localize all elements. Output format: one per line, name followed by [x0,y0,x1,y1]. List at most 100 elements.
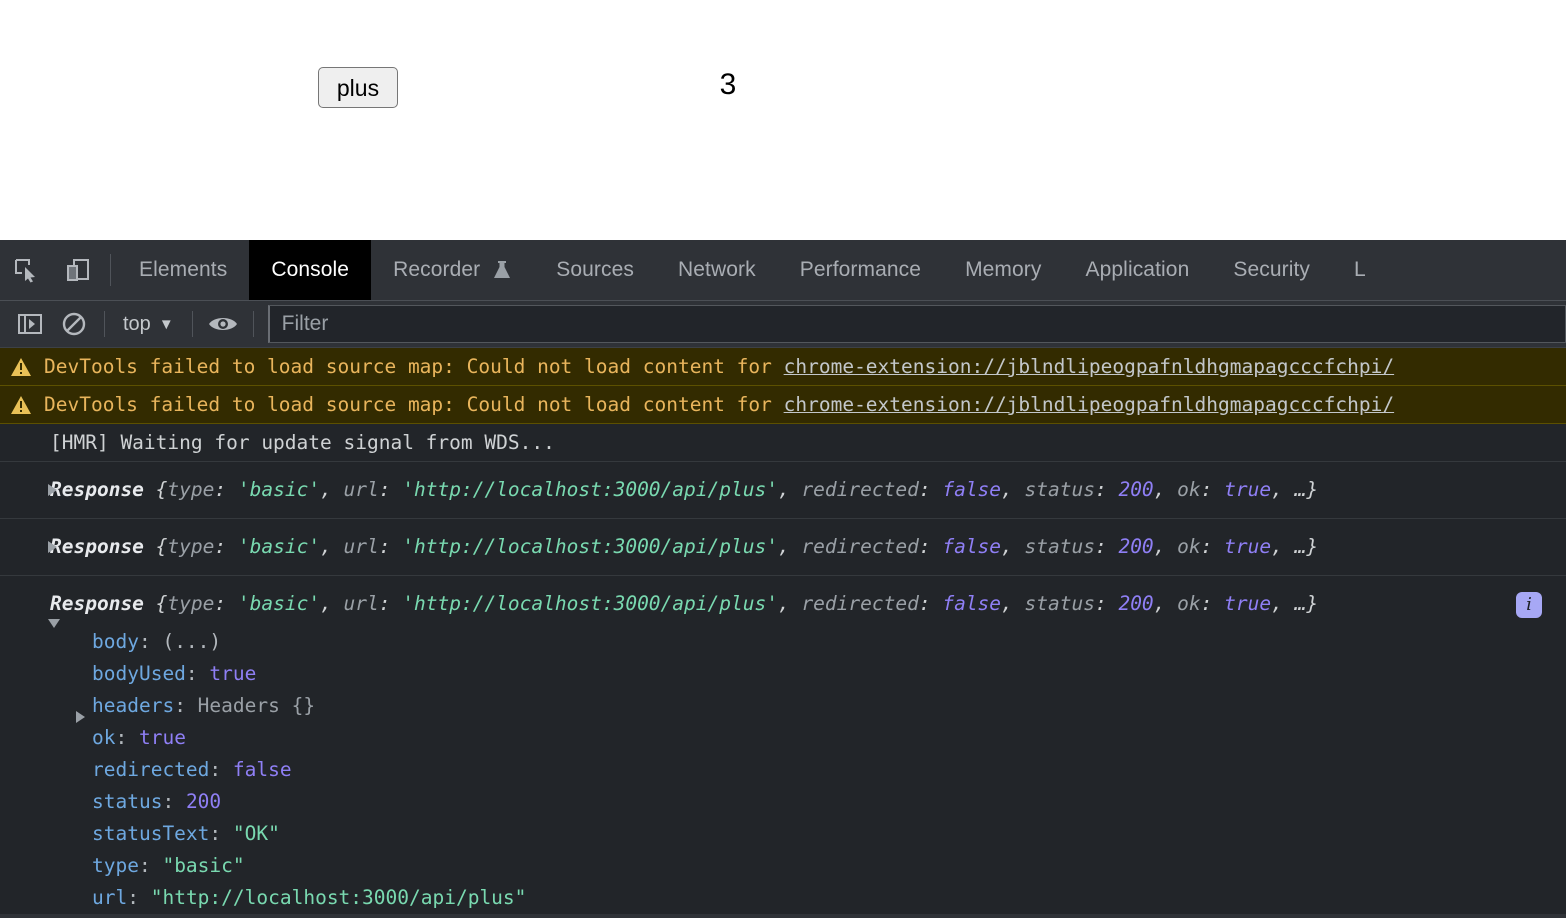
object-property-ok[interactable]: ok: true [0,722,1566,754]
tab-performance-label: Performance [799,258,922,281]
tab-performance[interactable]: Performance [778,240,943,300]
tab-security[interactable]: Security [1211,240,1332,300]
console-object-row[interactable]: Response {type: 'basic', url: 'http://lo… [0,519,1566,576]
prop-key-type: type [167,592,215,615]
console-warning-row[interactable]: DevTools failed to load source map: Coul… [0,348,1566,386]
object-brace-close: } [1306,478,1319,501]
tab-sources-label: Sources [556,258,635,281]
prop-key-redirected: redirected [801,535,919,558]
tab-console-label: Console [271,258,350,281]
property-name: ok [92,726,116,749]
preview-ellipsis: … [1294,592,1307,615]
console-filter-input[interactable]: Filter [267,305,1566,343]
prop-key-url: url [343,535,379,558]
object-property-statusText[interactable]: statusText: "OK" [0,818,1566,850]
console-log-row[interactable]: [HMR] Waiting for update signal from WDS… [0,424,1566,462]
prop-value-status: 200 [1118,592,1154,615]
warning-triangle-icon [10,395,32,422]
prop-value-ok: true [1224,535,1272,558]
tab-network-label: Network [678,258,756,281]
tab-elements[interactable]: Elements [117,240,249,300]
tab-lighthouse-label: L [1354,258,1366,281]
property-name: bodyUsed [92,662,186,685]
tab-recorder-label: Recorder [393,258,481,281]
toolbar-divider [110,254,111,286]
clear-console-icon[interactable] [52,302,96,346]
prop-value-status: 200 [1118,535,1154,558]
tab-sources[interactable]: Sources [534,240,656,300]
property-value: false [232,758,292,781]
web-page-viewport: plus 3 [0,0,1566,240]
tab-network[interactable]: Network [656,240,778,300]
prop-value-type: 'basic' [237,478,321,501]
console-message-list[interactable]: DevTools failed to load source map: Coul… [0,348,1566,918]
tab-console[interactable]: Console [249,240,372,300]
preview-ellipsis: … [1294,535,1307,558]
object-property-headers[interactable]: headers: Headers {} [0,690,1566,723]
console-warning-link[interactable]: chrome-extension://jblndlipeogpafnldhgma… [784,355,1394,378]
object-brace-open: { [155,592,168,615]
console-toolbar-divider-2 [191,311,193,337]
chevron-down-icon: ▼ [158,315,174,333]
object-brace-open: { [155,535,168,558]
object-property-body[interactable]: body: (...) [0,626,1566,658]
tab-application[interactable]: Application [1064,240,1212,300]
object-property-url[interactable]: url: "http://localhost:3000/api/plus" [0,882,1566,914]
property-value: "basic" [162,854,245,877]
tab-lighthouse[interactable]: L [1332,240,1388,300]
disclosure-triangle-collapsed-icon[interactable] [48,525,66,569]
object-property-redirected[interactable]: redirected: false [0,754,1566,786]
prop-key-redirected: redirected [801,592,919,615]
property-name: headers [92,694,175,717]
property-name: status [92,790,163,813]
tab-elements-label: Elements [139,258,228,281]
plus-button[interactable]: plus [318,67,398,108]
tab-memory-label: Memory [965,258,1042,281]
prop-value-ok: true [1224,592,1272,615]
console-object-row-expanded[interactable]: Response {type: 'basic', url: 'http://lo… [0,576,1566,918]
console-log-text: [HMR] Waiting for update signal from WDS… [50,431,555,454]
prop-key-redirected: redirected [801,478,919,501]
preview-ellipsis: … [1294,478,1307,501]
device-toolbar-icon[interactable] [52,240,104,300]
console-context-select[interactable]: top ▼ [113,313,184,336]
console-sidebar-icon[interactable] [8,302,52,346]
tab-security-label: Security [1233,258,1311,281]
property-value: 200 [185,790,222,813]
prop-value-type: 'basic' [237,535,321,558]
warning-triangle-icon [10,357,32,384]
prop-key-ok: ok [1177,535,1201,558]
prop-value-url: 'http://localhost:3000/api/plus' [402,592,778,615]
disclosure-triangle-collapsed-icon[interactable] [48,468,66,512]
object-brace-close: } [1306,535,1319,558]
console-warning-row[interactable]: DevTools failed to load source map: Coul… [0,386,1566,424]
console-context-label: top [123,312,151,335]
property-value: "OK" [232,822,280,845]
property-value: Headers {} [197,694,316,717]
property-name: url [92,886,128,909]
tab-recorder[interactable]: Recorder [371,240,534,300]
console-warning-link[interactable]: chrome-extension://jblndlipeogpafnldhgma… [784,393,1394,416]
property-name: redirected [92,758,210,781]
property-value: true [209,662,257,685]
object-property-bodyUsed[interactable]: bodyUsed: true [0,658,1566,690]
console-object-row[interactable]: Response {type: 'basic', url: 'http://lo… [0,462,1566,519]
object-property-type[interactable]: type: "basic" [0,850,1566,882]
console-toolbar-divider-3 [252,311,254,337]
tab-memory[interactable]: Memory [943,240,1063,300]
prop-key-url: url [343,592,379,615]
live-expression-eye-icon[interactable] [201,302,245,346]
prop-key-ok: ok [1177,478,1201,501]
console-info-badge[interactable]: i [1516,592,1542,618]
devtools-bottom-edge [0,914,1566,918]
object-property-status[interactable]: status: 200 [0,786,1566,818]
prop-value-redirected: false [942,478,1002,501]
prop-value-redirected: false [942,592,1002,615]
inspect-element-icon[interactable] [0,240,52,300]
prop-key-url: url [343,478,379,501]
prop-key-type: type [167,535,215,558]
object-brace-open: { [155,478,168,501]
prop-value-url: 'http://localhost:3000/api/plus' [402,478,778,501]
prop-key-status: status [1024,535,1095,558]
prop-value-type: 'basic' [237,592,321,615]
